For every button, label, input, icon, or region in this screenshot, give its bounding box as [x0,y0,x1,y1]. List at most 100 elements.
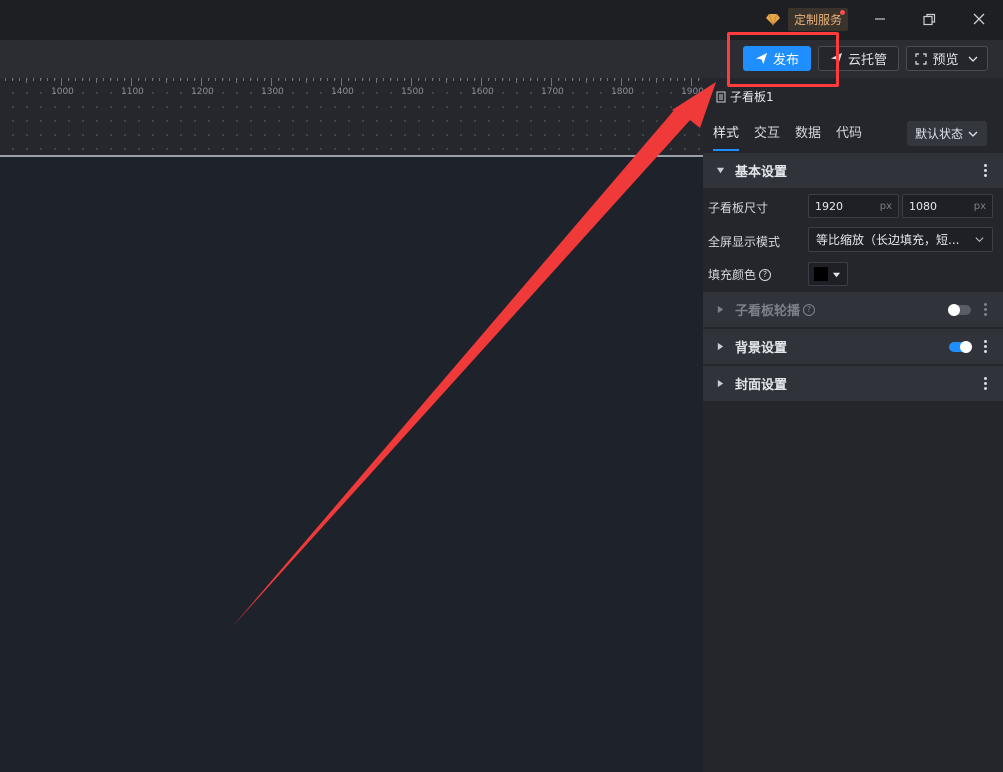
ruler-tick [558,78,559,81]
ruler-tick [131,78,132,86]
ruler-tick [278,78,279,81]
page-icon [716,91,726,102]
ruler-tick [649,78,650,81]
ruler-tick [684,78,685,81]
ruler-tick [12,78,13,81]
more-icon[interactable] [984,162,988,180]
fill-color-picker[interactable] [808,262,848,286]
ruler-tick [299,78,300,81]
ruler-tick [488,78,489,81]
size-label: 子看板尺寸 [708,201,769,215]
ruler-tick [110,78,111,81]
panel-tabs: 样式 交互 数据 代码 [713,122,877,151]
ruler-tick [194,78,195,81]
ruler-tick [103,78,104,81]
ruler-tick-label: 1200 [191,87,214,97]
ruler-tick [579,78,580,81]
caret-right-icon [717,305,724,314]
carousel-toggle[interactable] [948,304,971,316]
height-input[interactable]: 1080 px [902,194,993,218]
ruler-tick [26,78,27,83]
ruler-scale: 1000 1100 1200 1300 1400 1500 1600 1700 1800 1900 [0,78,704,98]
ruler-tick-label: 1600 [471,87,494,97]
ruler-tick [173,78,174,81]
caret-down-icon [832,272,841,277]
fullscreen-mode-select[interactable]: 等比缩放（长边填充，短... [808,227,993,252]
tab-code[interactable]: 代码 [836,122,862,151]
ruler-tick [411,78,412,86]
ruler-tick-label: 1500 [401,87,424,97]
ruler-tick [348,78,349,81]
ruler-tick [537,78,538,81]
ruler-tick [586,78,587,83]
state-select[interactable]: 默认状态 [907,121,987,146]
custom-service-button[interactable]: 定制服务 [788,7,849,31]
restore-icon[interactable] [917,8,941,30]
section-background-label: 背景设置 [735,341,788,356]
help-icon[interactable]: ? [803,303,816,316]
preview-label: 预览 [932,53,959,68]
custom-service-label: 定制服务 [794,12,843,27]
ruler-tick [600,78,601,81]
help-icon[interactable]: ? [759,268,772,281]
color-swatch [814,267,828,281]
ruler-tick [551,78,552,86]
ruler-tick [243,78,244,81]
publish-label: 发布 [772,53,799,68]
preview-button[interactable]: 预览 [906,46,988,71]
more-icon[interactable] [984,375,988,393]
ruler-tick [96,78,97,83]
ruler-tick [236,78,237,83]
tab-style[interactable]: 样式 [713,122,740,151]
editor-canvas[interactable] [0,157,703,772]
minimize-icon[interactable] [868,8,892,30]
section-carousel[interactable]: 子看板轮播 ? [703,292,1003,328]
ruler-tick [215,78,216,81]
ruler-tick [663,78,664,81]
more-icon[interactable] [984,301,988,319]
ruler-tick [145,78,146,81]
ruler-tick-label: 1000 [51,87,74,97]
ruler-tick-label: 1100 [121,87,144,97]
ruler-tick [425,78,426,81]
ruler-tick-label: 1300 [261,87,284,97]
ruler-tick [593,78,594,81]
ruler-tick [208,78,209,81]
publish-button[interactable]: 发布 [743,46,811,71]
ruler-tick-label: 1800 [611,87,634,97]
close-icon[interactable] [967,8,991,30]
ruler-tick [187,78,188,81]
section-basic-settings[interactable]: 基本设置 [703,153,1003,189]
cloud-hosting-button[interactable]: 云托管 [818,46,899,71]
ruler-tick [516,78,517,83]
more-icon[interactable] [984,338,988,356]
ruler-tick [124,78,125,81]
fill-color-label: 填充颜色 [708,268,757,282]
panel-title: 子看板1 [716,88,774,105]
fullscreen-label: 全屏显示模式 [708,235,781,249]
section-cover[interactable]: 封面设置 [703,366,1003,402]
ruler-tick [138,78,139,81]
caret-right-icon [717,342,724,351]
cloud-hosting-label: 云托管 [847,53,887,68]
ruler-tick [89,78,90,81]
section-cover-label: 封面设置 [735,378,788,393]
ruler-tick [68,78,69,81]
title-bar: 定制服务 [0,0,1003,40]
ruler-tick [628,78,629,81]
width-unit: px [879,200,892,212]
ruler-tick [40,78,41,81]
ruler-tick [467,78,468,81]
ruler-tick [229,78,230,81]
tab-interaction[interactable]: 交互 [754,122,780,151]
width-input[interactable]: 1920 px [808,194,899,218]
width-value: 1920 [815,199,843,213]
ruler-tick [166,78,167,83]
background-toggle[interactable] [949,341,972,353]
ruler-tick [502,78,503,81]
tab-data[interactable]: 数据 [795,122,821,151]
ruler-tick [306,78,307,83]
chevron-down-icon [968,56,977,62]
ruler-tick [334,78,335,81]
section-background[interactable]: 背景设置 [703,329,1003,365]
